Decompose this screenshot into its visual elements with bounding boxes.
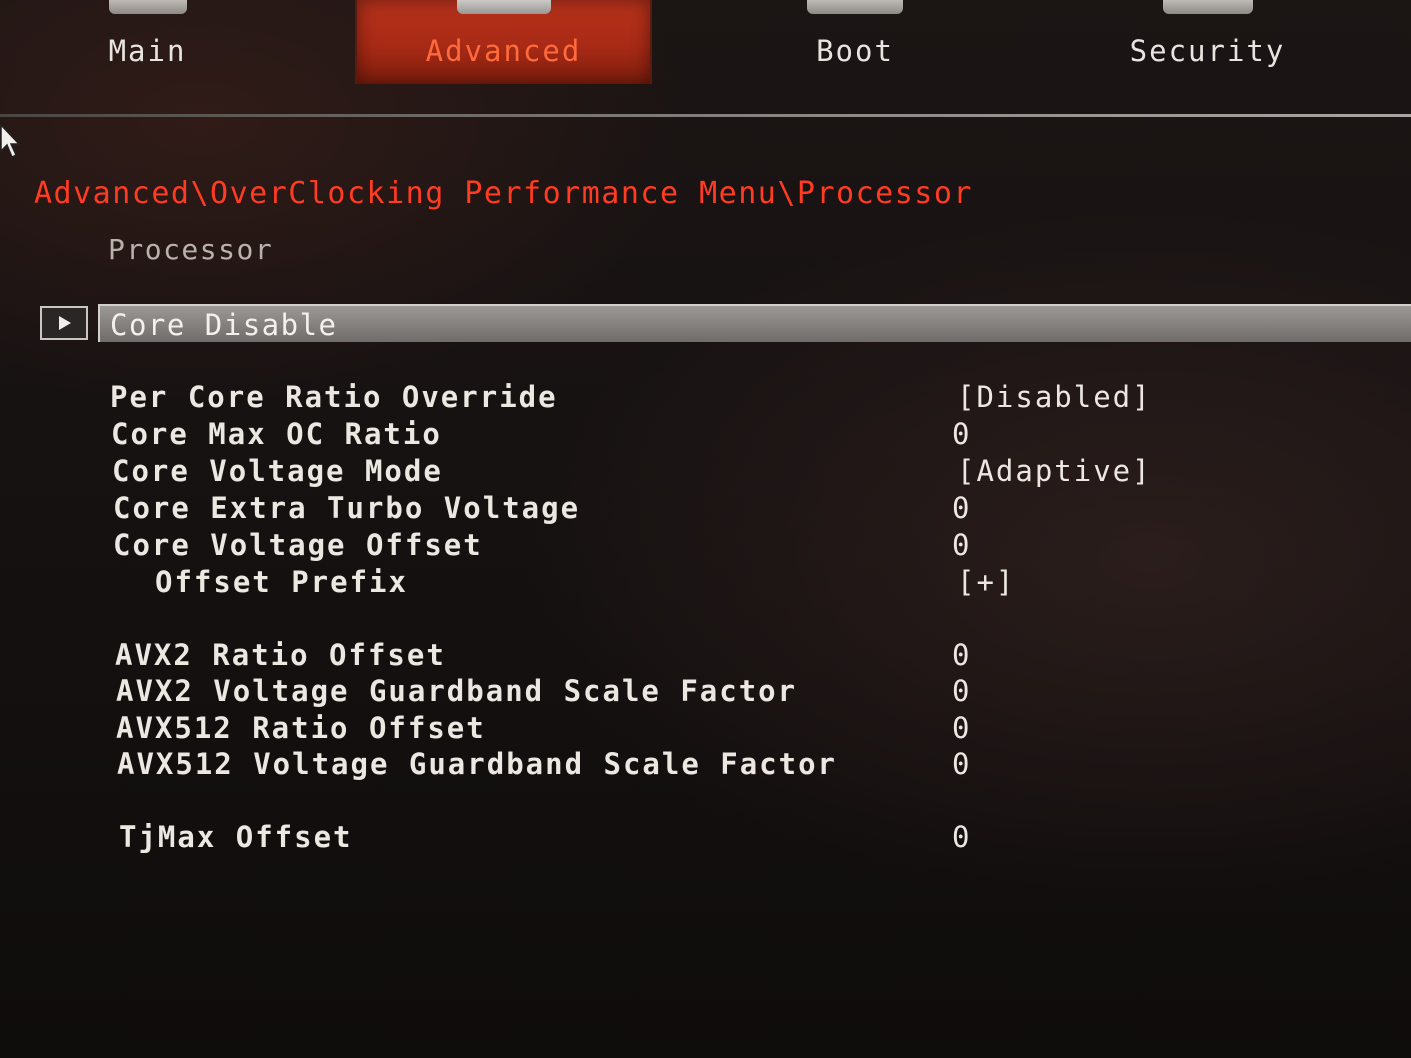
setting-label: AVX512 Voltage Guardband Scale Factor [117, 747, 838, 781]
setting-avx512-voltage-guardband-scale-factor[interactable]: AVX512 Voltage Guardband Scale Factor 0 [0, 747, 1411, 783]
setting-label: Core Voltage Offset [113, 528, 483, 562]
setting-value[interactable]: [Adaptive] [957, 454, 1152, 488]
setting-avx512-ratio-offset[interactable]: AVX512 Ratio Offset 0 [0, 711, 1411, 747]
setting-value[interactable]: 0 [952, 417, 971, 451]
setting-label: AVX512 Ratio Offset [116, 711, 486, 745]
setting-core-voltage-mode[interactable]: Core Voltage Mode [Adaptive] [0, 454, 1411, 490]
setting-core-extra-turbo-voltage[interactable]: Core Extra Turbo Voltage 0 [0, 491, 1411, 527]
setting-value[interactable]: 0 [952, 820, 971, 854]
setting-label: TjMax Offset [119, 820, 353, 854]
setting-value[interactable]: 0 [952, 674, 971, 708]
setting-label: Core Extra Turbo Voltage [113, 491, 581, 525]
setting-per-core-ratio-override[interactable]: Per Core Ratio Override [Disabled] [0, 380, 1411, 416]
setting-core-max-oc-ratio[interactable]: Core Max OC Ratio 0 [0, 417, 1411, 453]
setting-value[interactable]: 0 [952, 711, 971, 745]
setting-label: AVX2 Voltage Guardband Scale Factor [116, 674, 798, 708]
setting-core-voltage-offset[interactable]: Core Voltage Offset 0 [0, 528, 1411, 564]
setting-value[interactable]: 0 [952, 747, 971, 781]
setting-value[interactable]: [Disabled] [957, 380, 1152, 414]
setting-label: Core Voltage Mode [112, 454, 443, 488]
setting-label: AVX2 Ratio Offset [115, 638, 446, 672]
settings-list: Per Core Ratio Override [Disabled] Core … [0, 0, 1411, 1058]
setting-value[interactable]: 0 [952, 528, 971, 562]
setting-label: Offset Prefix [155, 565, 408, 599]
setting-avx2-ratio-offset[interactable]: AVX2 Ratio Offset 0 [0, 638, 1411, 674]
setting-label: Core Max OC Ratio [111, 417, 442, 451]
setting-label: Per Core Ratio Override [110, 380, 558, 414]
setting-value[interactable]: 0 [952, 638, 971, 672]
setting-value[interactable]: [+] [957, 565, 1015, 599]
setting-tjmax-offset[interactable]: TjMax Offset 0 [0, 820, 1411, 856]
setting-offset-prefix[interactable]: Offset Prefix [+] [0, 565, 1411, 601]
setting-value[interactable]: 0 [952, 491, 971, 525]
setting-avx2-voltage-guardband-scale-factor[interactable]: AVX2 Voltage Guardband Scale Factor 0 [0, 674, 1411, 710]
